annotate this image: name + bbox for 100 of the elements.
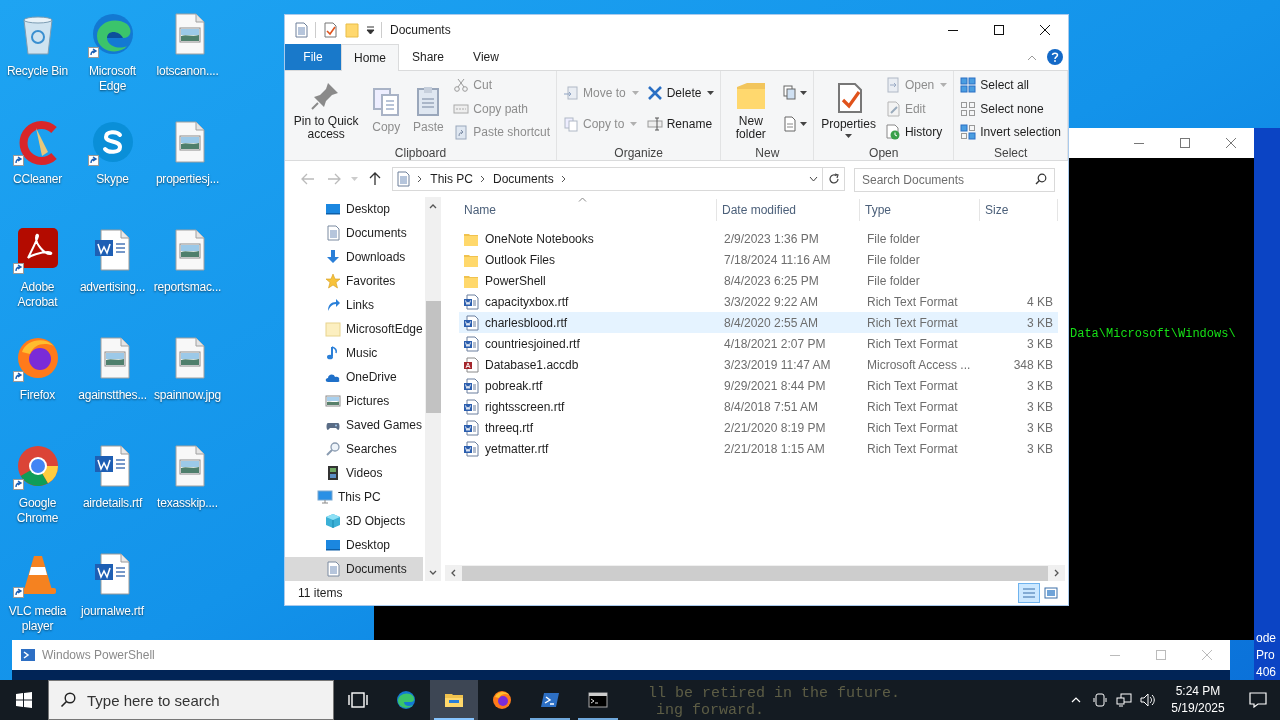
maximize-icon	[1180, 138, 1190, 148]
sort-ascending-icon	[578, 197, 587, 202]
ribbon-button[interactable]: Pin to Quick access	[289, 76, 364, 141]
nav-item[interactable]: Pictures	[285, 389, 423, 413]
column-header[interactable]: Date modified	[717, 199, 860, 221]
ribbon-tab[interactable]: File	[285, 44, 341, 70]
table-cell-text: 2/9/2023 1:36 PM	[723, 230, 820, 248]
delete-icon	[646, 85, 663, 101]
clock-date: 5/19/2025	[1171, 700, 1225, 717]
breadcrumb-item[interactable]: This PC	[430, 170, 473, 188]
file-row[interactable]: charlesblood.rtf 8/4/2020 2:55 AM Rich Text Format 3 KB	[459, 312, 1058, 333]
maximize-icon	[1156, 650, 1166, 660]
ribbon-tab[interactable]: Share	[399, 44, 457, 70]
monitor-icon	[325, 201, 341, 217]
nav-item[interactable]: Searches	[285, 437, 423, 461]
group-label: New	[755, 146, 780, 160]
nav-item[interactable]: Favorites	[285, 269, 423, 293]
computer-icon	[317, 489, 333, 505]
chevron-icon	[417, 175, 424, 183]
nav-item[interactable]: Saved Games	[285, 413, 423, 437]
document-icon	[325, 561, 341, 577]
nav-item[interactable]: This PC	[285, 485, 423, 509]
file-row[interactable]: OneNote Notebooks 2/9/2023 1:36 PM File folder	[459, 228, 1058, 249]
cube-icon	[325, 513, 341, 529]
close-icon	[1226, 138, 1236, 148]
refresh-icon	[827, 173, 840, 185]
refresh-button[interactable]	[823, 167, 846, 191]
fox-logo-icon	[491, 690, 513, 710]
file-row[interactable]: countriesjoined.rtf 4/18/2021 2:07 PM Rich Text Format 3 KB	[459, 333, 1058, 354]
star-icon	[325, 273, 341, 289]
properties-icon	[322, 22, 338, 38]
pages-icon	[563, 116, 579, 132]
document-icon	[396, 171, 411, 187]
group-label: Organize	[614, 146, 664, 160]
file-row[interactable]: threeq.rtf 2/21/2020 8:19 PM Rich Text Format 3 KB	[459, 417, 1058, 438]
ribbon-button[interactable]: New folder	[725, 76, 777, 141]
task-view-icon	[347, 690, 369, 710]
search-field[interactable]: Search Documents	[854, 168, 1055, 192]
ribbon-button[interactable]: History	[882, 121, 950, 142]
table-cell-text: Rich Text Format	[866, 398, 959, 416]
ribbon-tab[interactable]: Home	[341, 44, 399, 71]
table-cell-text: 3/23/2019 11:47 AM	[723, 356, 832, 374]
table-cell-text: 3 KB	[1027, 398, 1053, 416]
nav-item[interactable]: Documents	[285, 557, 423, 581]
file-name: OneNote Notebooks	[485, 230, 594, 248]
invert-selection-icon	[960, 123, 977, 140]
scrollbar[interactable]	[425, 197, 441, 581]
nav-item[interactable]: Documents	[285, 221, 423, 245]
file-row[interactable]: PowerShell 8/4/2023 6:25 PM File folder	[459, 270, 1058, 291]
column-header[interactable]: Name	[459, 199, 717, 221]
file-row[interactable]: Outlook Files 7/18/2024 11:16 AM File folder	[459, 249, 1058, 270]
ribbon-tab[interactable]: View	[457, 44, 515, 70]
ribbon-button[interactable]: Rename	[644, 114, 717, 134]
nav-item[interactable]: Downloads	[285, 245, 423, 269]
history-icon	[884, 123, 901, 140]
ribbon-button[interactable]: Select all	[958, 75, 1063, 96]
taskbar-app[interactable]	[430, 680, 478, 720]
table-cell-text: 348 KB	[1013, 356, 1053, 374]
file-row[interactable]: Database1.accdb 3/23/2019 11:47 AM Microsoft Access ... 348 KB	[459, 354, 1058, 375]
nav-item[interactable]: Links	[285, 293, 423, 317]
file-name: countriesjoined.rtf	[485, 335, 580, 353]
nav-item[interactable]: Desktop	[285, 533, 423, 557]
scroll-thumb[interactable]	[425, 301, 441, 413]
nav-item[interactable]: 3D Objects	[285, 509, 423, 533]
scroll-left-icon	[451, 569, 456, 577]
nav-item[interactable]: Desktop	[285, 197, 423, 221]
taskbar-search-field[interactable]: Type here to search	[48, 680, 334, 720]
file-row[interactable]: capacityxbox.rtf 3/3/2022 9:22 AM Rich Text Format 4 KB	[459, 291, 1058, 312]
column-header[interactable]: Size	[980, 199, 1058, 221]
group-label: Clipboard	[394, 146, 447, 160]
film-icon	[325, 465, 341, 481]
ribbon-icon-button[interactable]	[780, 83, 810, 103]
ribbon-button[interactable]: Select none	[958, 98, 1063, 119]
table-cell-text: Microsoft Access ...	[866, 356, 972, 374]
column-header[interactable]: Type	[860, 199, 980, 221]
rename-icon	[646, 116, 663, 132]
nav-item[interactable]: MicrosoftEdge	[285, 317, 423, 341]
table-cell-text: 3 KB	[1027, 440, 1053, 458]
file-row[interactable]: yetmatter.rtf 2/21/2018 1:15 AM Rich Text Format 3 KB	[459, 438, 1058, 459]
terminal-icon	[20, 647, 36, 663]
document-icon	[463, 377, 479, 394]
ribbon-button[interactable]: Properties	[818, 79, 879, 138]
file-row[interactable]: pobreak.rtf 9/29/2021 8:44 PM Rich Text Format 3 KB	[459, 375, 1058, 396]
ribbon-button[interactable]: Delete	[644, 83, 717, 103]
nav-item[interactable]: OneDrive	[285, 365, 423, 389]
select-all-icon	[960, 77, 977, 94]
magnifier-icon	[325, 441, 341, 457]
nav-item[interactable]: Music	[285, 341, 423, 365]
help-button[interactable]	[1047, 49, 1063, 65]
file-row[interactable]: rightsscreen.rtf 8/4/2018 7:51 AM Rich Text Format 3 KB	[459, 396, 1058, 417]
document-icon	[463, 440, 479, 457]
breadcrumb-item[interactable]: Documents	[493, 170, 554, 188]
table-cell-text: 9/29/2021 8:44 PM	[723, 377, 827, 395]
clock[interactable]: 5:24 PM 5/19/2025	[1160, 680, 1236, 720]
scroll-up-icon	[429, 203, 437, 209]
ribbon-button[interactable]: Invert selection	[958, 121, 1063, 142]
nav-item[interactable]: Videos	[285, 461, 423, 485]
running-indicator	[530, 718, 570, 720]
address-bar[interactable]: This PC Documents	[392, 167, 824, 191]
status-text: 11 items	[298, 585, 344, 602]
